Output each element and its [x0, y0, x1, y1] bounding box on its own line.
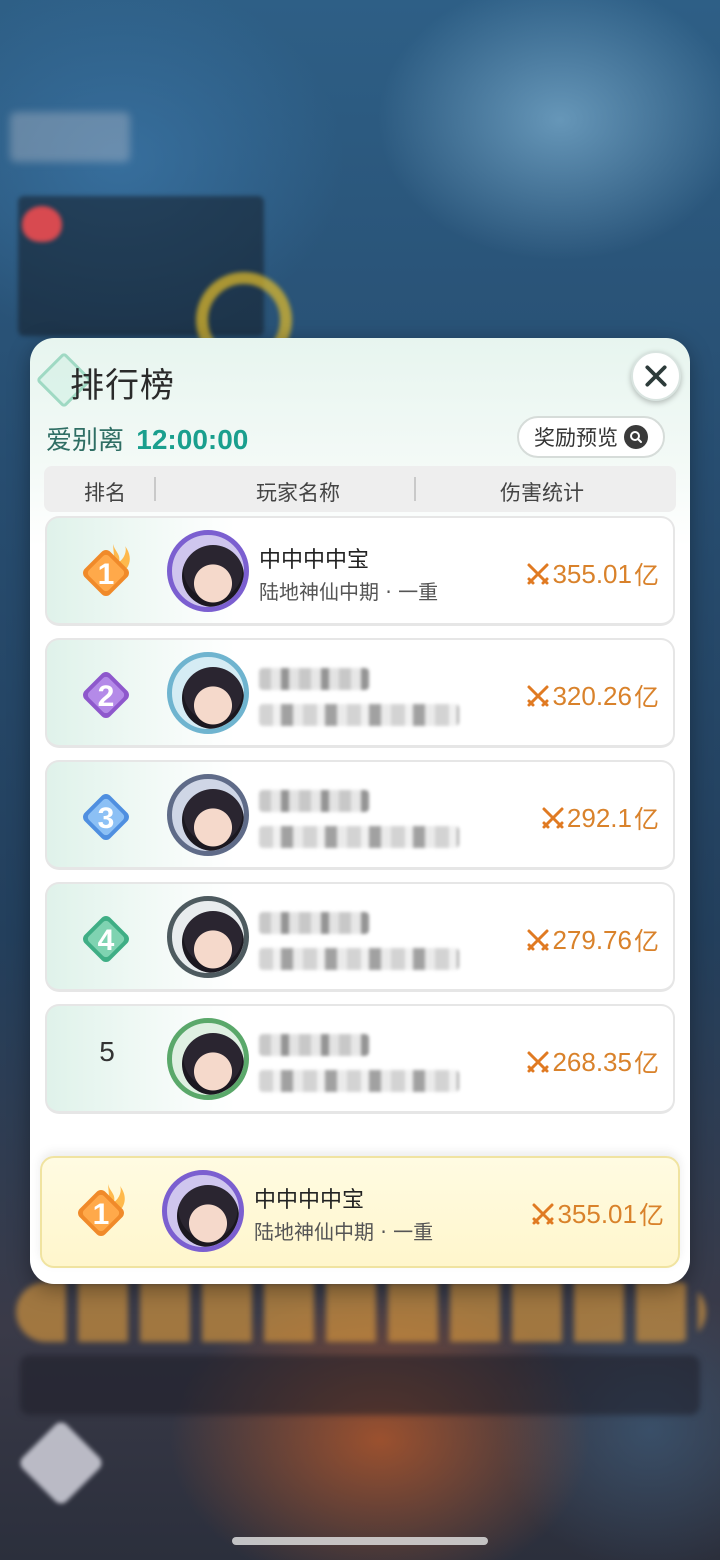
svg-text:1: 1 [98, 558, 115, 591]
crossed-swords-icon [527, 685, 549, 707]
damage-unit: 亿 [633, 805, 659, 834]
table-header: 排名 玩家名称 伤害统计 [44, 466, 676, 512]
damage-unit: 亿 [638, 1201, 664, 1230]
player-realm-censored [259, 948, 459, 970]
rank-number: 5 [99, 1036, 115, 1067]
player-name-censored [259, 1034, 369, 1056]
crossed-swords-icon [527, 563, 549, 585]
ranking-row-3[interactable]: 3 292.1 亿 [45, 760, 675, 870]
column-header-player: 玩家名称 [256, 481, 340, 505]
column-header-damage: 伤害统计 [500, 481, 584, 505]
player-avatar[interactable] [167, 774, 249, 856]
ranking-row-4[interactable]: 4 279.76 亿 [45, 882, 675, 992]
rank-4-badge-icon: 4 [83, 916, 129, 962]
damage-value: 320.26 亿 [526, 678, 659, 714]
reward-preview-label: 奖励预览 [534, 426, 618, 450]
player-name-censored [259, 668, 369, 690]
svg-text:4: 4 [98, 924, 115, 957]
background-blurred-label [10, 112, 130, 162]
my-ranking-row[interactable]: 1 中中中中宝 陆地神仙中期 · 一重 355.01 亿 [40, 1156, 680, 1268]
background-chat [20, 1355, 700, 1415]
boss-name: 爱别离 [46, 426, 125, 456]
background-icon-row [16, 1282, 706, 1342]
damage-unit: 亿 [633, 683, 659, 712]
ranking-row-2[interactable]: 2 320.26 亿 [45, 638, 675, 748]
rank-1-badge-icon: 1 [78, 1184, 125, 1236]
player-name-censored [259, 912, 369, 934]
player-realm-censored [259, 704, 459, 726]
damage-unit: 亿 [633, 927, 659, 956]
damage-unit: 亿 [633, 1049, 659, 1078]
header-divider [154, 477, 156, 501]
rank-1-badge-icon: 1 [83, 544, 130, 596]
ranking-row-1[interactable]: 1 中中中中宝 陆地神仙中期 · 一重 355.01 亿 [45, 516, 675, 626]
panel-title: 排行榜 [70, 366, 175, 406]
player-realm-censored [259, 826, 459, 848]
background-heart-icon [22, 206, 62, 242]
my-player-realm: 陆地神仙中期 · 一重 [254, 1220, 434, 1244]
crossed-swords-icon [527, 929, 549, 951]
damage-number: 355.01 [552, 558, 632, 589]
boss-timer-line: 爱别离 12:00:00 [46, 420, 248, 457]
reward-preview-button[interactable]: 奖励预览 [517, 416, 665, 458]
leaderboard-panel: 排行榜 爱别离 12:00:00 奖励预览 排名 玩家名称 伤害统计 1 中中中… [30, 338, 690, 1284]
damage-value: 268.35 亿 [526, 1044, 659, 1080]
crossed-swords-icon [542, 807, 564, 829]
magnifier-icon [624, 425, 648, 449]
svg-text:2: 2 [98, 680, 115, 713]
player-avatar[interactable] [167, 1018, 249, 1100]
player-avatar[interactable] [167, 896, 249, 978]
ranking-list[interactable]: 1 中中中中宝 陆地神仙中期 · 一重 355.01亿 2 320.26亿 [44, 516, 676, 1126]
header-divider [414, 477, 416, 501]
svg-text:3: 3 [98, 802, 115, 835]
svg-text:1: 1 [93, 1198, 110, 1231]
damage-value: 292.1 亿 [541, 800, 659, 836]
player-name: 中中中中宝 [259, 548, 370, 573]
player-realm-censored [259, 1070, 459, 1092]
rank-3-badge-icon: 3 [83, 794, 129, 840]
my-damage-value: 355.01 亿 [531, 1196, 664, 1232]
damage-number: 320.26 [552, 680, 632, 711]
damage-number: 268.35 [552, 1046, 632, 1077]
damage-unit: 亿 [633, 561, 659, 590]
player-name-censored [259, 790, 369, 812]
player-realm: 陆地神仙中期 · 一重 [259, 580, 439, 604]
column-header-rank: 排名 [84, 481, 126, 505]
countdown-timer: 12:00:00 [136, 424, 249, 455]
rank-2-badge-icon: 2 [83, 672, 129, 718]
my-avatar[interactable] [162, 1170, 244, 1252]
damage-value: 355.01 亿 [526, 556, 659, 592]
home-indicator[interactable] [232, 1537, 488, 1545]
player-avatar[interactable] [167, 530, 249, 612]
damage-number: 292.1 [566, 802, 632, 833]
close-icon [645, 365, 667, 387]
damage-value: 279.76 亿 [526, 922, 659, 958]
crossed-swords-icon [532, 1203, 554, 1225]
crossed-swords-icon [527, 1051, 549, 1073]
my-player-name: 中中中中宝 [254, 1188, 365, 1213]
ranking-row-5[interactable]: 5 268.35 亿 [45, 1004, 675, 1114]
damage-number: 355.01 [557, 1198, 637, 1229]
close-button[interactable] [631, 351, 681, 401]
player-avatar[interactable] [167, 652, 249, 734]
damage-number: 279.76 [552, 924, 632, 955]
